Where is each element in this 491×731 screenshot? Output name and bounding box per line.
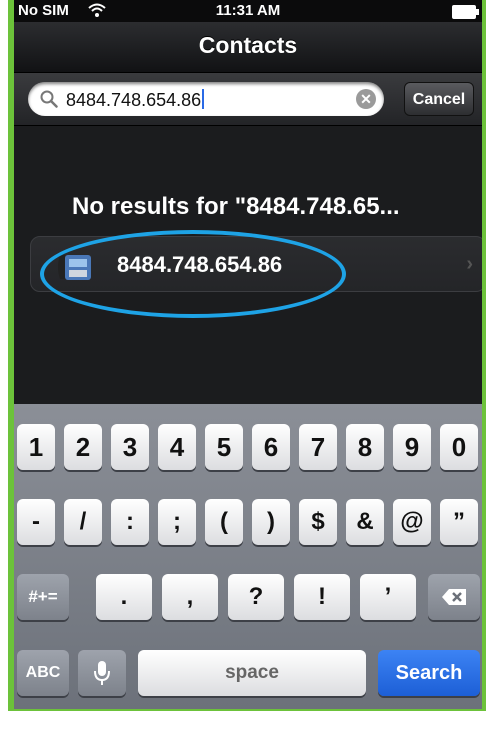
key-exclamation[interactable]: ! [294, 574, 350, 620]
key-period[interactable]: . [96, 574, 152, 620]
key-open-paren[interactable]: ( [205, 499, 243, 545]
key-3[interactable]: 3 [111, 424, 149, 470]
more-symbols-key[interactable]: #+= [17, 574, 69, 620]
space-key[interactable]: space [138, 650, 366, 696]
magnifier-icon [40, 90, 58, 108]
key-quote[interactable]: ” [440, 499, 478, 545]
key-apostrophe[interactable]: ’ [360, 574, 416, 620]
key-0[interactable]: 0 [440, 424, 478, 470]
cancel-button[interactable]: Cancel [404, 82, 474, 116]
key-2[interactable]: 2 [64, 424, 102, 470]
search-bar: 8484.748.654.86 ✕ Cancel [14, 73, 482, 126]
key-comma[interactable]: , [162, 574, 218, 620]
key-question[interactable]: ? [228, 574, 284, 620]
search-key[interactable]: Search [378, 650, 480, 696]
key-1[interactable]: 1 [17, 424, 55, 470]
highlight-annotation [40, 230, 346, 318]
clock: 11:31 AM [215, 2, 281, 19]
key-ampersand[interactable]: & [346, 499, 384, 545]
backspace-icon [442, 589, 466, 605]
no-results-message: No results for "8484.748.65... [72, 193, 400, 220]
key-7[interactable]: 7 [299, 424, 337, 470]
search-value: 8484.748.654.86 [66, 89, 205, 111]
key-8[interactable]: 8 [346, 424, 384, 470]
device-frame: No SIM 11:31 AM Contacts 8484.748.654.86… [8, 0, 486, 711]
microphone-icon [94, 661, 110, 685]
abc-key[interactable]: ABC [17, 650, 69, 696]
key-at[interactable]: @ [393, 499, 431, 545]
key-dollar[interactable]: $ [299, 499, 337, 545]
key-6[interactable]: 6 [252, 424, 290, 470]
page-title: Contacts [198, 32, 298, 58]
screen: No SIM 11:31 AM Contacts 8484.748.654.86… [14, 0, 482, 709]
navigation-bar: Contacts [14, 22, 482, 73]
search-input[interactable]: 8484.748.654.86 ✕ [28, 82, 384, 116]
battery-icon [452, 5, 479, 19]
key-hyphen[interactable]: - [17, 499, 55, 545]
key-9[interactable]: 9 [393, 424, 431, 470]
clear-x-icon[interactable]: ✕ [356, 89, 376, 109]
text-caret [202, 89, 205, 109]
dictation-key[interactable] [78, 650, 126, 696]
status-bar: No SIM 11:31 AM [14, 0, 482, 22]
key-5[interactable]: 5 [205, 424, 243, 470]
keyboard: 1 2 3 4 5 6 7 8 9 0 - / : ; ( ) $ & @ ” … [14, 404, 482, 709]
backspace-key[interactable] [428, 574, 480, 620]
key-colon[interactable]: : [111, 499, 149, 545]
key-semicolon[interactable]: ; [158, 499, 196, 545]
key-slash[interactable]: / [64, 499, 102, 545]
chevron-right-icon: › [466, 253, 473, 275]
key-close-paren[interactable]: ) [252, 499, 290, 545]
key-4[interactable]: 4 [158, 424, 196, 470]
